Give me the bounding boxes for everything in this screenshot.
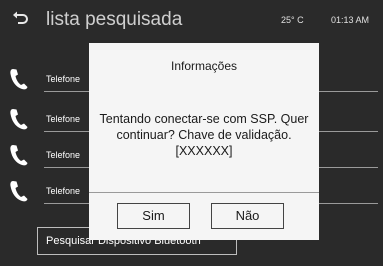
device-label: Telefone bbox=[46, 150, 81, 160]
info-dialog: Informações Tentando conectar-se com SSP… bbox=[89, 43, 319, 240]
dialog-message-line: continuar? Chave de validação. bbox=[116, 128, 292, 142]
phone-icon bbox=[10, 181, 28, 202]
no-button[interactable]: Não bbox=[211, 203, 284, 229]
dialog-message-line: Tentando conectar-se com SSP. Quer bbox=[99, 112, 309, 126]
phone-icon bbox=[10, 145, 28, 166]
clock-readout: 01:13 AM bbox=[331, 15, 370, 25]
dialog-divider bbox=[89, 192, 319, 193]
device-label: Telefone bbox=[46, 186, 81, 196]
dialog-message: Tentando conectar-se com SSP. Quer conti… bbox=[93, 111, 315, 159]
device-label: Telefone bbox=[46, 114, 81, 124]
page-title: lista pesquisada bbox=[46, 9, 183, 30]
dialog-title: Informações bbox=[170, 59, 238, 73]
back-arrow-icon[interactable] bbox=[12, 10, 30, 28]
yes-button[interactable]: Sim bbox=[117, 203, 190, 229]
phone-icon bbox=[10, 109, 28, 130]
phone-icon bbox=[10, 69, 28, 90]
device-label: Telefone bbox=[46, 74, 81, 84]
temperature-readout: 25° C bbox=[281, 15, 304, 25]
dialog-message-line: [XXXXXX] bbox=[175, 144, 233, 158]
screen: lista pesquisada 25° C 01:13 AM Telefone… bbox=[0, 0, 383, 266]
